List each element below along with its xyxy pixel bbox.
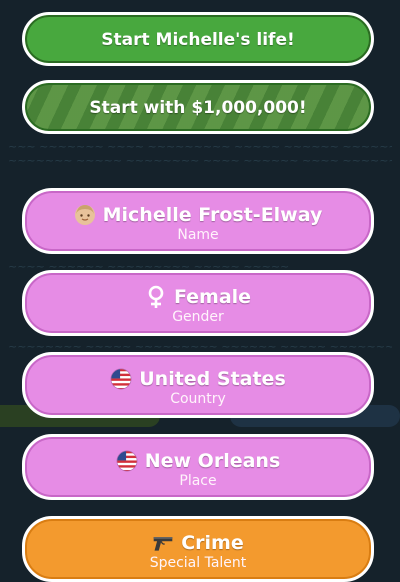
country-title-row: United States: [25, 355, 371, 390]
place-field-button[interactable]: New Orleans Place: [22, 434, 374, 500]
us-flag-icon: [110, 368, 132, 390]
person-face-icon: [74, 204, 96, 226]
special-talent-field-button[interactable]: Crime Special Talent: [22, 516, 374, 582]
name-title-row: Michelle Frost-Elway: [25, 191, 371, 226]
country-value: United States: [139, 368, 286, 390]
place-title-row: New Orleans: [25, 437, 371, 472]
talent-label: Special Talent: [149, 555, 247, 571]
background-text: ~~~~~~~ ~~~~~ ~~~~~~~~ ~~~~ ~~~~~~ ~~~~ …: [8, 154, 392, 167]
gender-label: Gender: [172, 309, 224, 325]
start-million-button[interactable]: Start with $1,000,000!: [22, 80, 374, 134]
us-flag-icon: [116, 450, 138, 472]
talent-title-row: Crime: [25, 519, 371, 554]
female-symbol-icon: [145, 285, 167, 308]
place-label: Place: [179, 473, 217, 489]
name-label: Name: [177, 227, 219, 243]
gender-title-row: Female: [25, 273, 371, 308]
country-label: Country: [170, 391, 226, 407]
background-text: ~~~ ~~~~~~~ ~~~~ ~~~~~~~~~ ~~~~~ ~~~~~~ …: [8, 140, 392, 153]
name-value: Michelle Frost-Elway: [102, 204, 323, 226]
country-field-button[interactable]: United States Country: [22, 352, 374, 418]
talent-value: Crime: [181, 532, 244, 554]
start-life-button[interactable]: Start Michelle's life!: [22, 12, 374, 66]
gender-value: Female: [173, 286, 252, 308]
pistol-icon: [152, 532, 174, 554]
gender-field-button[interactable]: Female Gender: [22, 270, 374, 336]
name-field-button[interactable]: Michelle Frost-Elway Name: [22, 188, 374, 254]
place-value: New Orleans: [144, 450, 281, 472]
